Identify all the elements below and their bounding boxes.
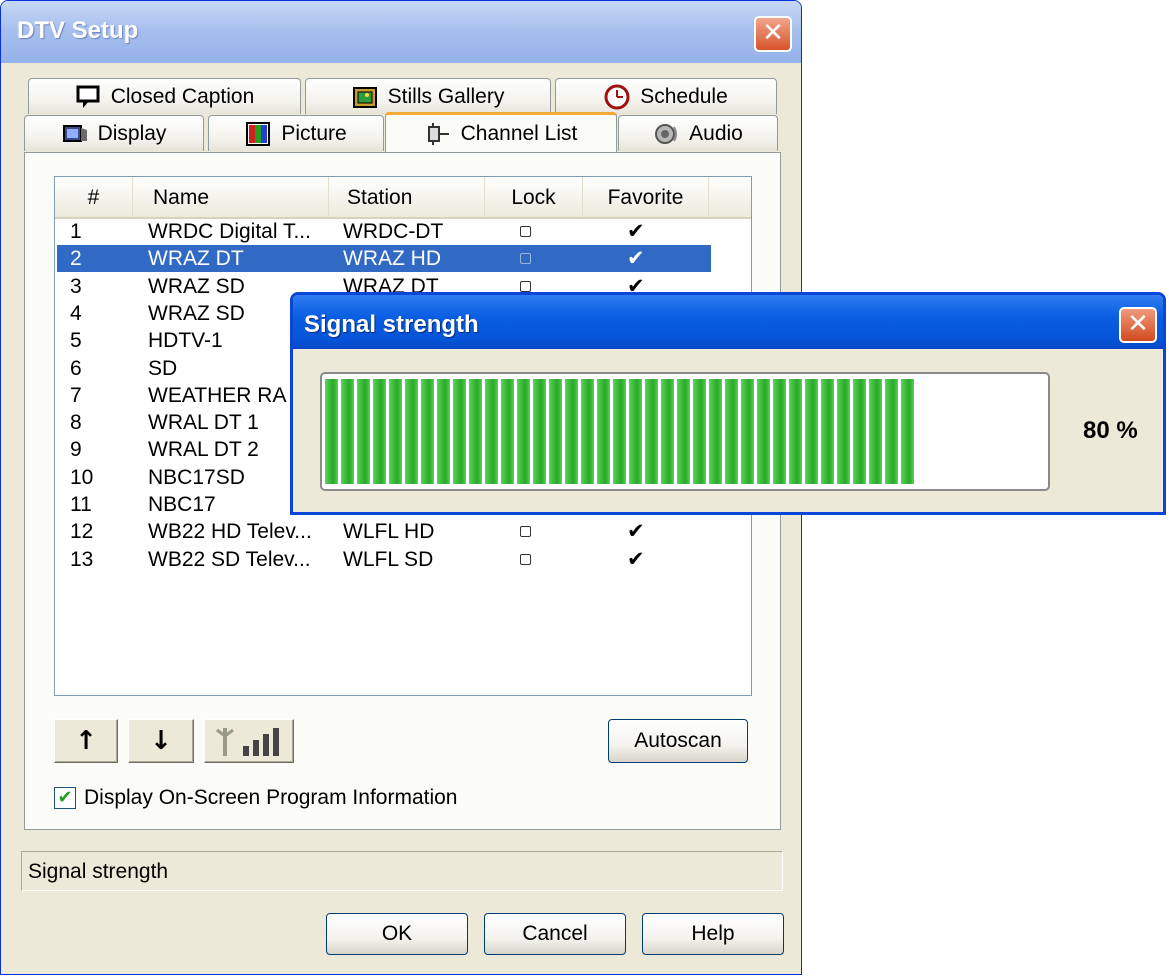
- favorite-check-icon: ✔: [627, 519, 645, 544]
- checkmark-icon: ✔: [57, 787, 73, 808]
- list-header: # Name Station Lock Favorite: [55, 177, 751, 219]
- channel-station: WRAZ HD: [343, 247, 441, 271]
- channel-name: WRAZ SD: [148, 274, 245, 298]
- speaker-icon: [655, 123, 678, 144]
- channel-number: 5: [70, 329, 82, 353]
- tab-display[interactable]: Display: [24, 115, 204, 151]
- signal-strength-dialog: Signal strength ✕ 80 %: [290, 292, 1166, 515]
- signal-strength-button[interactable]: [204, 719, 294, 763]
- signal-progress-fill: [325, 379, 917, 484]
- tab-schedule[interactable]: Schedule: [555, 78, 777, 114]
- signal-bars-icon: [216, 728, 279, 756]
- autoscan-button[interactable]: Autoscan: [608, 719, 748, 763]
- channel-number: 11: [70, 493, 92, 516]
- channel-name: WB22 HD Telev...: [148, 520, 312, 544]
- tab-label: Picture: [281, 121, 347, 145]
- close-icon: ✕: [1127, 309, 1149, 339]
- column-header-lock[interactable]: Lock: [485, 177, 583, 217]
- favorite-check-icon: ✔: [627, 546, 645, 571]
- column-header-name[interactable]: Name: [133, 177, 329, 217]
- channel-number: 2: [70, 247, 82, 271]
- tab-label: Closed Caption: [110, 84, 255, 108]
- tab-stills-gallery[interactable]: Stills Gallery: [305, 78, 551, 114]
- move-down-button[interactable]: ↓: [128, 719, 194, 763]
- channel-name: NBC17: [148, 493, 216, 516]
- channel-number: 12: [70, 520, 94, 544]
- lock-box-icon: [520, 226, 531, 237]
- channel-name: SD: [148, 356, 178, 380]
- window-title: DTV Setup: [17, 17, 139, 44]
- channel-number: 8: [70, 411, 82, 435]
- arrow-down-icon: ↓: [150, 726, 172, 756]
- tab-picture[interactable]: Picture: [208, 115, 384, 151]
- status-bar: Signal strength: [21, 851, 783, 891]
- channel-number: 3: [70, 274, 82, 298]
- checkbox-label: Display On-Screen Program Information: [84, 786, 458, 809]
- channel-number: 9: [70, 438, 82, 462]
- close-button[interactable]: ✕: [754, 16, 792, 52]
- column-header-number[interactable]: #: [55, 177, 133, 217]
- clock-icon: [604, 84, 630, 109]
- ok-button[interactable]: OK: [326, 913, 468, 955]
- channel-name: HDTV-1: [148, 329, 223, 353]
- channel-name: WRDC Digital T...: [148, 220, 311, 243]
- channel-number: 6: [70, 356, 82, 380]
- channel-station: WRDC-DT: [343, 220, 444, 243]
- channel-number: 1: [70, 220, 82, 243]
- lock-box-icon: [520, 526, 531, 538]
- tab-label: Channel List: [460, 121, 578, 145]
- column-header-station[interactable]: Station: [329, 177, 485, 217]
- channel-station: WLFL SD: [343, 547, 434, 571]
- signal-dialog-title: Signal strength: [304, 311, 479, 338]
- tab-label: Schedule: [640, 84, 728, 108]
- channel-station: WLFL HD: [343, 520, 435, 544]
- tab-channel-list[interactable]: Channel List: [385, 112, 617, 152]
- signal-title-bar[interactable]: Signal strength ✕: [293, 295, 1163, 349]
- help-button[interactable]: Help: [642, 913, 784, 955]
- channel-name: NBC17SD: [148, 465, 245, 489]
- picture-icon: [246, 121, 271, 146]
- column-header-favorite[interactable]: Favorite: [583, 177, 709, 217]
- lock-box-icon: [520, 553, 531, 565]
- gallery-icon: [352, 86, 377, 108]
- table-row[interactable]: 2 WRAZ DT WRAZ HD ✔: [57, 245, 711, 273]
- tab-label: Display: [97, 121, 167, 145]
- favorite-check-icon: ✔: [627, 219, 645, 243]
- lock-box-icon: [520, 280, 531, 292]
- channel-number: 13: [70, 547, 94, 571]
- tab-label: Audio: [689, 121, 743, 145]
- channel-name: WRAZ DT: [148, 247, 244, 271]
- title-bar[interactable]: DTV Setup ✕: [1, 1, 801, 63]
- tab-closed-caption[interactable]: Closed Caption: [28, 78, 301, 114]
- display-info-checkbox[interactable]: ✔ Display On-Screen Program Information: [54, 786, 457, 810]
- monitor-icon: [62, 124, 87, 142]
- channel-name: WEATHER RA: [148, 383, 287, 407]
- channel-icon: [427, 122, 449, 145]
- tab-label: Stills Gallery: [387, 84, 505, 108]
- table-row[interactable]: 13 WB22 SD Telev... WLFL SD ✔: [57, 546, 711, 573]
- channel-name: WRAZ SD: [148, 301, 245, 325]
- channel-number: 10: [70, 465, 94, 489]
- table-row[interactable]: 1 WRDC Digital T... WRDC-DT ✔: [57, 218, 711, 245]
- close-icon: ✕: [762, 18, 784, 48]
- table-row[interactable]: 12 WB22 HD Telev... WLFL HD ✔: [57, 518, 711, 545]
- caption-icon: [76, 85, 100, 108]
- signal-close-button[interactable]: ✕: [1119, 307, 1157, 343]
- cancel-button[interactable]: Cancel: [484, 913, 626, 955]
- channel-number: 4: [70, 301, 82, 325]
- arrow-up-icon: ↑: [75, 726, 97, 756]
- channel-name: WRAL DT 2: [148, 438, 259, 462]
- channel-number: 7: [70, 383, 82, 407]
- move-up-button[interactable]: ↑: [54, 719, 118, 763]
- signal-progress-bar: [320, 372, 1050, 491]
- lock-box-icon: [520, 253, 531, 265]
- tab-audio[interactable]: Audio: [618, 115, 778, 151]
- signal-percent-label: 80 %: [1083, 417, 1138, 444]
- checkbox-box[interactable]: ✔: [54, 787, 76, 809]
- channel-name: WRAL DT 1: [148, 411, 259, 435]
- channel-name: WB22 SD Telev...: [148, 547, 311, 571]
- favorite-check-icon: ✔: [627, 246, 645, 271]
